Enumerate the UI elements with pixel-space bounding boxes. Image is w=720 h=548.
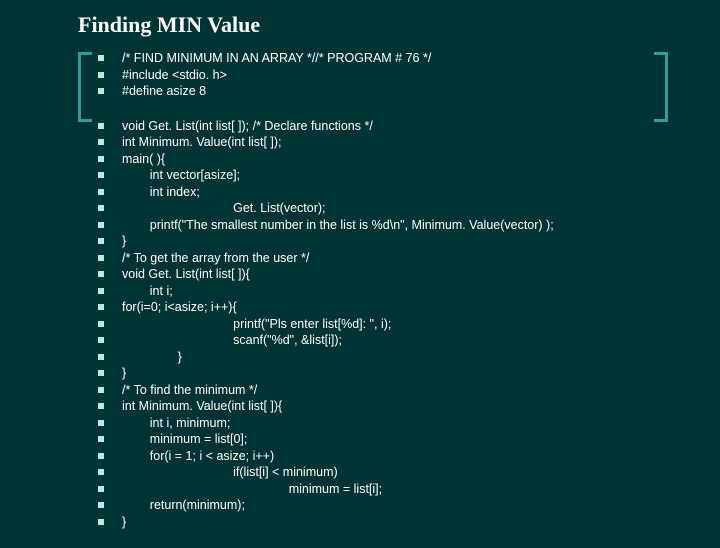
bullet-line: #define asize 8: [98, 83, 660, 100]
bullet-icon: [98, 72, 104, 78]
code-block-1: /* FIND MINIMUM IN AN ARRAY *//* PROGRAM…: [98, 50, 660, 100]
code-text: int vector[asize];: [122, 167, 240, 184]
slide-title: Finding MIN Value: [78, 12, 260, 38]
bullet-icon: [98, 420, 104, 426]
bullet-icon: [98, 139, 104, 145]
bullet-icon: [98, 519, 104, 525]
code-text: Get. List(vector);: [122, 200, 326, 217]
bullet-line: int index;: [98, 184, 660, 201]
code-text: int index;: [122, 184, 200, 201]
bullet-line: /* FIND MINIMUM IN AN ARRAY *//* PROGRAM…: [98, 50, 660, 67]
bullet-line: main( ){: [98, 151, 660, 168]
bullet-icon: [98, 238, 104, 244]
bullet-icon: [98, 88, 104, 94]
bullet-line: }: [98, 365, 660, 382]
code-text: for(i = 1; i < asize; i++): [122, 448, 274, 465]
bullet-line: if(list[i] < minimum): [98, 464, 660, 481]
bullet-line: minimum = list[i];: [98, 481, 660, 498]
bullet-icon: [98, 354, 104, 360]
bullet-icon: [98, 469, 104, 475]
bullet-icon: [98, 255, 104, 261]
bullet-line: for(i = 1; i < asize; i++): [98, 448, 660, 465]
bullet-icon: [98, 403, 104, 409]
bullet-line: minimum = list[0];: [98, 431, 660, 448]
bullet-line: #include <stdio. h>: [98, 67, 660, 84]
bullet-icon: [98, 271, 104, 277]
bullet-line: /* To find the minimum */: [98, 382, 660, 399]
code-text: #include <stdio. h>: [122, 67, 227, 84]
bullet-line: }: [98, 514, 660, 531]
bullet-line: void Get. List(int list[ ]){: [98, 266, 660, 283]
bullet-line: /* To get the array from the user */: [98, 250, 660, 267]
bullet-icon: [98, 337, 104, 343]
bullet-line: }: [98, 233, 660, 250]
bullet-line: Get. List(vector);: [98, 200, 660, 217]
code-text: }: [122, 233, 126, 250]
code-text: minimum = list[0];: [122, 431, 247, 448]
bracket-left-decoration: [78, 52, 92, 122]
bullet-icon: [98, 387, 104, 393]
bullet-icon: [98, 189, 104, 195]
bullet-icon: [98, 304, 104, 310]
bullet-line: int i;: [98, 283, 660, 300]
code-text: }: [122, 514, 126, 531]
bullet-line: for(i=0; i<asize; i++){: [98, 299, 660, 316]
code-text: int i, minimum;: [122, 415, 230, 432]
content-area: /* FIND MINIMUM IN AN ARRAY *//* PROGRAM…: [98, 50, 660, 548]
bullet-icon: [98, 172, 104, 178]
code-text: #define asize 8: [122, 83, 206, 100]
bullet-icon: [98, 321, 104, 327]
bullet-line: void Get. List(int list[ ]); /* Declare …: [98, 118, 660, 135]
bullet-icon: [98, 205, 104, 211]
bullet-icon: [98, 222, 104, 228]
bullet-line: int Minimum. Value(int list[ ]){: [98, 398, 660, 415]
code-text: int Minimum. Value(int list[ ]);: [122, 134, 282, 151]
bullet-icon: [98, 370, 104, 376]
code-text: /* FIND MINIMUM IN AN ARRAY *//* PROGRAM…: [122, 50, 431, 67]
bullet-icon: [98, 288, 104, 294]
code-text: int i;: [122, 283, 173, 300]
bullet-line: printf("The smallest number in the list …: [98, 217, 660, 234]
bullet-line: int vector[asize];: [98, 167, 660, 184]
bullet-line: int i, minimum;: [98, 415, 660, 432]
code-text: printf("The smallest number in the list …: [122, 217, 554, 234]
code-text: }: [122, 349, 182, 366]
bullet-icon: [98, 453, 104, 459]
bullet-line: }: [98, 349, 660, 366]
code-text: }: [122, 365, 126, 382]
bullet-icon: [98, 55, 104, 61]
code-text: printf("Pls enter list[%d]: ", i);: [122, 316, 391, 333]
code-text: return(minimum);: [122, 497, 245, 514]
code-text: /* To find the minimum */: [122, 382, 257, 399]
code-text: if(list[i] < minimum): [122, 464, 338, 481]
code-text: void Get. List(int list[ ]); /* Declare …: [122, 118, 373, 135]
code-text: main( ){: [122, 151, 165, 168]
bullet-icon: [98, 502, 104, 508]
bullet-line: int Minimum. Value(int list[ ]);: [98, 134, 660, 151]
code-text: for(i=0; i<asize; i++){: [122, 299, 237, 316]
bullet-icon: [98, 156, 104, 162]
code-text: int Minimum. Value(int list[ ]){: [122, 398, 282, 415]
bullet-icon: [98, 123, 104, 129]
code-block-2: void Get. List(int list[ ]); /* Declare …: [98, 118, 660, 531]
bullet-icon: [98, 436, 104, 442]
bullet-line: printf("Pls enter list[%d]: ", i);: [98, 316, 660, 333]
bullet-icon: [98, 486, 104, 492]
bullet-line: scanf("%d", &list[i]);: [98, 332, 660, 349]
code-text: /* To get the array from the user */: [122, 250, 309, 267]
bullet-line: return(minimum);: [98, 497, 660, 514]
code-text: scanf("%d", &list[i]);: [122, 332, 342, 349]
code-text: minimum = list[i];: [122, 481, 382, 498]
code-text: void Get. List(int list[ ]){: [122, 266, 250, 283]
